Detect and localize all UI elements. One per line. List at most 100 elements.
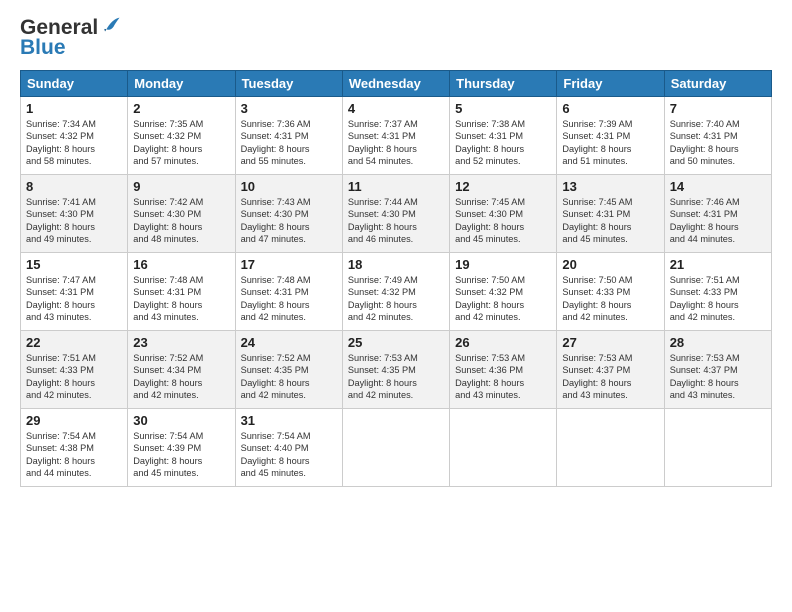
daylight-text: Daylight: 8 hours bbox=[26, 299, 122, 311]
sunrise-text: Sunrise: 7:48 AM bbox=[133, 274, 229, 286]
sunset-text: Sunset: 4:38 PM bbox=[26, 442, 122, 454]
daylight-text-2: and 47 minutes. bbox=[241, 233, 337, 245]
logo-bird-icon bbox=[99, 14, 121, 36]
calendar-cell: 29Sunrise: 7:54 AMSunset: 4:38 PMDayligh… bbox=[21, 409, 128, 487]
sunrise-text: Sunrise: 7:51 AM bbox=[670, 274, 766, 286]
day-number: 28 bbox=[670, 335, 766, 350]
sunrise-text: Sunrise: 7:42 AM bbox=[133, 196, 229, 208]
sunrise-text: Sunrise: 7:38 AM bbox=[455, 118, 551, 130]
col-monday: Monday bbox=[128, 71, 235, 97]
sunset-text: Sunset: 4:30 PM bbox=[241, 208, 337, 220]
calendar-body: 1Sunrise: 7:34 AMSunset: 4:32 PMDaylight… bbox=[21, 97, 772, 487]
sunset-text: Sunset: 4:32 PM bbox=[348, 286, 444, 298]
daylight-text: Daylight: 8 hours bbox=[670, 377, 766, 389]
sunrise-text: Sunrise: 7:52 AM bbox=[133, 352, 229, 364]
sunrise-text: Sunrise: 7:54 AM bbox=[26, 430, 122, 442]
daylight-text-2: and 45 minutes. bbox=[133, 467, 229, 479]
daylight-text: Daylight: 8 hours bbox=[241, 221, 337, 233]
sunset-text: Sunset: 4:31 PM bbox=[241, 286, 337, 298]
calendar-cell: 25Sunrise: 7:53 AMSunset: 4:35 PMDayligh… bbox=[342, 331, 449, 409]
sunset-text: Sunset: 4:30 PM bbox=[455, 208, 551, 220]
daylight-text-2: and 45 minutes. bbox=[562, 233, 658, 245]
day-number: 21 bbox=[670, 257, 766, 272]
daylight-text-2: and 54 minutes. bbox=[348, 155, 444, 167]
sunrise-text: Sunrise: 7:35 AM bbox=[133, 118, 229, 130]
calendar-cell: 2Sunrise: 7:35 AMSunset: 4:32 PMDaylight… bbox=[128, 97, 235, 175]
daylight-text: Daylight: 8 hours bbox=[348, 299, 444, 311]
daylight-text: Daylight: 8 hours bbox=[26, 377, 122, 389]
cell-info: Sunrise: 7:45 AMSunset: 4:31 PMDaylight:… bbox=[562, 196, 658, 246]
cell-info: Sunrise: 7:53 AMSunset: 4:37 PMDaylight:… bbox=[670, 352, 766, 402]
col-thursday: Thursday bbox=[450, 71, 557, 97]
daylight-text: Daylight: 8 hours bbox=[26, 143, 122, 155]
sunrise-text: Sunrise: 7:53 AM bbox=[562, 352, 658, 364]
cell-info: Sunrise: 7:34 AMSunset: 4:32 PMDaylight:… bbox=[26, 118, 122, 168]
sunset-text: Sunset: 4:36 PM bbox=[455, 364, 551, 376]
sunrise-text: Sunrise: 7:41 AM bbox=[26, 196, 122, 208]
calendar-cell bbox=[557, 409, 664, 487]
daylight-text: Daylight: 8 hours bbox=[455, 143, 551, 155]
day-number: 14 bbox=[670, 179, 766, 194]
day-number: 22 bbox=[26, 335, 122, 350]
calendar-cell: 7Sunrise: 7:40 AMSunset: 4:31 PMDaylight… bbox=[664, 97, 771, 175]
daylight-text: Daylight: 8 hours bbox=[241, 143, 337, 155]
daylight-text-2: and 42 minutes. bbox=[26, 389, 122, 401]
calendar-header: Sunday Monday Tuesday Wednesday Thursday… bbox=[21, 71, 772, 97]
day-number: 4 bbox=[348, 101, 444, 116]
calendar-cell: 24Sunrise: 7:52 AMSunset: 4:35 PMDayligh… bbox=[235, 331, 342, 409]
daylight-text: Daylight: 8 hours bbox=[455, 299, 551, 311]
cell-info: Sunrise: 7:54 AMSunset: 4:39 PMDaylight:… bbox=[133, 430, 229, 480]
sunrise-text: Sunrise: 7:40 AM bbox=[670, 118, 766, 130]
sunset-text: Sunset: 4:32 PM bbox=[133, 130, 229, 142]
sunset-text: Sunset: 4:31 PM bbox=[670, 208, 766, 220]
header: General Blue bbox=[20, 16, 772, 60]
daylight-text: Daylight: 8 hours bbox=[133, 455, 229, 467]
sunset-text: Sunset: 4:33 PM bbox=[670, 286, 766, 298]
sunset-text: Sunset: 4:31 PM bbox=[455, 130, 551, 142]
calendar-cell: 31Sunrise: 7:54 AMSunset: 4:40 PMDayligh… bbox=[235, 409, 342, 487]
calendar-cell: 16Sunrise: 7:48 AMSunset: 4:31 PMDayligh… bbox=[128, 253, 235, 331]
day-number: 9 bbox=[133, 179, 229, 194]
calendar-cell: 19Sunrise: 7:50 AMSunset: 4:32 PMDayligh… bbox=[450, 253, 557, 331]
calendar-cell: 10Sunrise: 7:43 AMSunset: 4:30 PMDayligh… bbox=[235, 175, 342, 253]
calendar-cell: 22 Sunrise: 7:51 AMSunset: 4:33 PMDayligh… bbox=[21, 331, 128, 409]
cell-info: Sunrise: 7:51 AMSunset: 4:33 PMDaylight:… bbox=[670, 274, 766, 324]
daylight-text: Daylight: 8 hours bbox=[455, 377, 551, 389]
cell-info: Sunrise: 7:53 AMSunset: 4:35 PMDaylight:… bbox=[348, 352, 444, 402]
sunrise-text: Sunrise: 7:51 AM bbox=[26, 352, 122, 364]
daylight-text-2: and 50 minutes. bbox=[670, 155, 766, 167]
daylight-text-2: and 42 minutes. bbox=[562, 311, 658, 323]
calendar-cell: 15Sunrise: 7:47 AMSunset: 4:31 PMDayligh… bbox=[21, 253, 128, 331]
daylight-text-2: and 44 minutes. bbox=[670, 233, 766, 245]
day-number: 18 bbox=[348, 257, 444, 272]
sunset-text: Sunset: 4:31 PM bbox=[26, 286, 122, 298]
daylight-text: Daylight: 8 hours bbox=[670, 221, 766, 233]
header-row: Sunday Monday Tuesday Wednesday Thursday… bbox=[21, 71, 772, 97]
sunrise-text: Sunrise: 7:53 AM bbox=[670, 352, 766, 364]
cell-info: Sunrise: 7:45 AMSunset: 4:30 PMDaylight:… bbox=[455, 196, 551, 246]
calendar-cell: 1Sunrise: 7:34 AMSunset: 4:32 PMDaylight… bbox=[21, 97, 128, 175]
sunrise-text: Sunrise: 7:53 AM bbox=[455, 352, 551, 364]
daylight-text-2: and 58 minutes. bbox=[26, 155, 122, 167]
cell-info: Sunrise: 7:52 AMSunset: 4:35 PMDaylight:… bbox=[241, 352, 337, 402]
calendar-cell: 11Sunrise: 7:44 AMSunset: 4:30 PMDayligh… bbox=[342, 175, 449, 253]
daylight-text: Daylight: 8 hours bbox=[133, 143, 229, 155]
daylight-text-2: and 43 minutes. bbox=[562, 389, 658, 401]
daylight-text-2: and 43 minutes. bbox=[133, 311, 229, 323]
daylight-text: Daylight: 8 hours bbox=[562, 143, 658, 155]
cell-info: Sunrise: 7:43 AMSunset: 4:30 PMDaylight:… bbox=[241, 196, 337, 246]
sunrise-text: Sunrise: 7:45 AM bbox=[455, 196, 551, 208]
sunset-text: Sunset: 4:34 PM bbox=[133, 364, 229, 376]
cell-info: Sunrise: 7:49 AMSunset: 4:32 PMDaylight:… bbox=[348, 274, 444, 324]
calendar-week-2: 8Sunrise: 7:41 AMSunset: 4:30 PMDaylight… bbox=[21, 175, 772, 253]
calendar-week-3: 15Sunrise: 7:47 AMSunset: 4:31 PMDayligh… bbox=[21, 253, 772, 331]
sunrise-text: Sunrise: 7:54 AM bbox=[133, 430, 229, 442]
sunrise-text: Sunrise: 7:44 AM bbox=[348, 196, 444, 208]
col-tuesday: Tuesday bbox=[235, 71, 342, 97]
daylight-text: Daylight: 8 hours bbox=[133, 221, 229, 233]
sunset-text: Sunset: 4:39 PM bbox=[133, 442, 229, 454]
daylight-text: Daylight: 8 hours bbox=[241, 299, 337, 311]
page: General Blue Sunday Monday Tuesday Wedne… bbox=[0, 0, 792, 497]
cell-info: Sunrise: 7:51 AMSunset: 4:33 PMDaylight:… bbox=[26, 352, 122, 402]
cell-info: Sunrise: 7:44 AMSunset: 4:30 PMDaylight:… bbox=[348, 196, 444, 246]
